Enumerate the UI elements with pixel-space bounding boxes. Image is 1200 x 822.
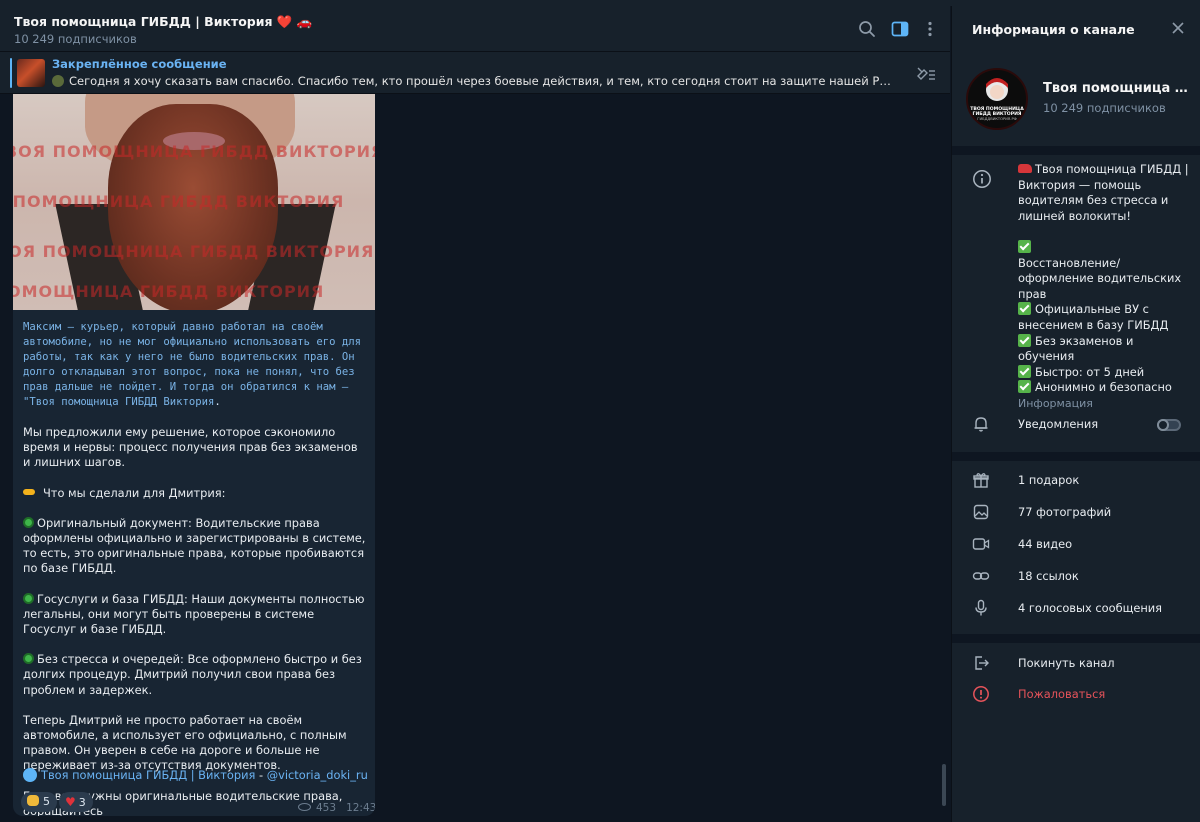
- notifications-label: Уведомления: [1018, 417, 1099, 431]
- message-meta: 453 12:43: [298, 802, 375, 814]
- avatar-text: ГИБДДВИКТОРИЯ.РФ: [977, 117, 1016, 121]
- photo-watermark: ТВОЯ ПОМОЩНИЦА ГИБДД ВИКТОРИЯ: [13, 282, 325, 301]
- section-separator: [952, 452, 1200, 461]
- photo-watermark: ТВОЯ ПОМОЩНИЦА ГИБДД ВИКТОРИЯ: [13, 142, 375, 161]
- message-paragraph: Теперь Дмитрий не просто работает на сво…: [23, 712, 347, 773]
- helmet-emoji-icon: [52, 75, 64, 87]
- message-quote: Максим – курьер, который давно работал н…: [23, 321, 368, 408]
- video-icon: [972, 538, 990, 550]
- views-count: 453: [316, 802, 337, 814]
- leave-channel-row[interactable]: Покинуть канал: [952, 648, 1200, 678]
- channel-name: Твоя помощница ГИБДД | Виктория: [1043, 81, 1193, 96]
- section-separator: [952, 634, 1200, 643]
- search-icon[interactable]: [857, 19, 877, 39]
- clap-icon: [27, 795, 39, 806]
- checkmark-icon: [1018, 302, 1031, 316]
- message-paragraph: Без стресса и очередей: Все оформлено бы…: [23, 652, 362, 697]
- green-circle-icon: [23, 592, 34, 604]
- checkmark-icon: [1018, 364, 1031, 378]
- channel-avatar[interactable]: ТВОЯ ПОМОЩНИЦА ГИБДД ВИКТОРИЯ ГИБДДВИКТО…: [966, 68, 1028, 130]
- pinned-indicator: [10, 58, 12, 88]
- channel-info-panel: Информация о канале ТВОЯ ПОМОЩНИЦА ГИБДД…: [951, 6, 1200, 822]
- notifications-toggle[interactable]: [1157, 419, 1181, 431]
- pinned-label: Закреплённое сообщение: [52, 57, 227, 71]
- reaction-heart[interactable]: ♥ 3: [59, 792, 93, 812]
- report-label: Пожаловаться: [1018, 687, 1106, 701]
- section-separator: [952, 146, 1200, 155]
- bell-icon: [974, 417, 988, 432]
- report-icon: [973, 686, 989, 702]
- gift-icon: [973, 473, 989, 488]
- signature-handle[interactable]: @victoria_doki_ru: [267, 768, 368, 782]
- green-circle-icon: [23, 516, 34, 528]
- leave-icon: [975, 656, 989, 670]
- gifts-label: 1 подарок: [1018, 473, 1080, 487]
- checkmark-icon: [1018, 380, 1031, 394]
- chat-header: Твоя помощница ГИБДД | Виктория ❤️ 🚗 10 …: [0, 6, 950, 52]
- channel-subscribers: 10 249 подписчиков: [1043, 101, 1166, 115]
- report-row[interactable]: Пожаловаться: [952, 679, 1200, 709]
- videos-label: 44 видео: [1018, 537, 1073, 551]
- pinned-text: Сегодня я хочу сказать вам спасибо. Спас…: [52, 74, 897, 88]
- message-paragraph: Мы предложили ему решение, которое сэкон…: [23, 425, 358, 470]
- sidebar-toggle-icon[interactable]: [890, 19, 910, 39]
- views-icon: [298, 803, 311, 811]
- videos-row[interactable]: 44 видео: [952, 529, 1200, 559]
- message-photo[interactable]: ТВОЯ ПОМОЩНИЦА ГИБДД ВИКТОРИЯ ТВОЯ ПОМОЩ…: [13, 94, 375, 310]
- channel-description: Твоя помощница ГИБДД | Виктория — помощь…: [1018, 162, 1193, 412]
- voice-row[interactable]: 4 голосовых сообщения: [952, 593, 1200, 623]
- photos-row[interactable]: 77 фотографий: [952, 497, 1200, 527]
- message-bubble[interactable]: ТВОЯ ПОМОЩНИЦА ГИБДД ВИКТОРИЯ ТВОЯ ПОМОЩ…: [13, 94, 375, 816]
- voice-label: 4 голосовых сообщения: [1018, 601, 1163, 615]
- message-time: 12:43: [346, 802, 375, 814]
- chat-scrollbar[interactable]: [942, 764, 946, 806]
- link-icon: [972, 572, 990, 580]
- verified-icon: [23, 768, 37, 782]
- chat-subscribers: 10 249 подписчиков: [14, 32, 137, 46]
- photo-watermark: ТВОЯ ПОМОЩНИЦА ГИБДД ВИКТОРИЯ: [13, 192, 345, 211]
- links-row[interactable]: 18 ссылок: [952, 561, 1200, 591]
- more-options-icon[interactable]: [920, 19, 940, 39]
- notifications-row[interactable]: Уведомления: [952, 409, 1200, 439]
- gifts-row[interactable]: 1 подарок: [952, 465, 1200, 495]
- chat-title[interactable]: Твоя помощница ГИБДД | Виктория ❤️ 🚗: [14, 14, 312, 30]
- key-emoji-icon: [23, 488, 35, 495]
- message-paragraph: Госуслуги и база ГИБДД: Наши документы п…: [23, 591, 365, 637]
- car-emoji-icon: [1018, 164, 1032, 173]
- checkmark-icon: [1018, 333, 1031, 347]
- message-paragraph: Оригинальный документ: Водительские прав…: [23, 515, 366, 576]
- pinned-message-bar[interactable]: Закреплённое сообщение Сегодня я хочу ск…: [0, 52, 950, 94]
- green-circle-icon: [23, 653, 34, 665]
- heart-icon: ♥: [65, 795, 76, 809]
- message-signature[interactable]: Твоя помощница ГИБДД | Виктория - @victo…: [23, 768, 368, 782]
- checkmark-icon: [1018, 239, 1031, 253]
- pinned-list-icon[interactable]: [915, 64, 937, 82]
- microphone-icon: [975, 599, 987, 616]
- photo-icon: [973, 504, 989, 520]
- leave-channel-label: Покинуть канал: [1018, 656, 1115, 670]
- photo-watermark: ТВОЯ ПОМОЩНИЦА ГИБДД ВИКТОРИЯ: [13, 242, 375, 261]
- pinned-thumbnail: [17, 59, 45, 87]
- message-paragraph: Что мы сделали для Дмитрия:: [23, 486, 368, 501]
- photos-label: 77 фотографий: [1018, 505, 1112, 519]
- message-text: Максим – курьер, который давно работал н…: [23, 320, 368, 816]
- signature-name[interactable]: Твоя помощница ГИБДД | Виктория: [41, 768, 255, 782]
- reaction-clap[interactable]: 5: [21, 792, 57, 812]
- panel-title: Информация о канале: [972, 22, 1135, 37]
- chat-area: Твоя помощница ГИБДД | Виктория ❤️ 🚗 10 …: [0, 6, 950, 822]
- close-icon[interactable]: [1170, 20, 1186, 36]
- links-label: 18 ссылок: [1018, 569, 1079, 583]
- info-icon: [973, 170, 991, 188]
